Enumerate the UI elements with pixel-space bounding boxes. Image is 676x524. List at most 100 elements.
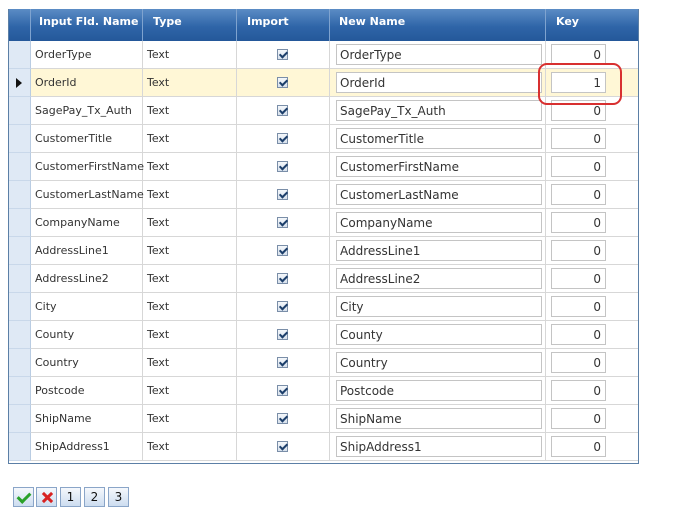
table-row[interactable]: ShipAddress1 Text bbox=[9, 433, 638, 461]
key-input[interactable] bbox=[551, 44, 606, 65]
key-input[interactable] bbox=[551, 436, 606, 457]
row-selector[interactable] bbox=[9, 321, 31, 349]
header-key[interactable]: Key bbox=[546, 9, 638, 41]
import-checkbox[interactable] bbox=[277, 105, 288, 116]
key-input[interactable] bbox=[551, 268, 606, 289]
key-input[interactable] bbox=[551, 352, 606, 373]
page-2-button[interactable]: 2 bbox=[84, 487, 105, 507]
table-row[interactable]: County Text bbox=[9, 321, 638, 349]
cell-type: Text bbox=[143, 209, 237, 237]
page-1-button[interactable]: 1 bbox=[60, 487, 81, 507]
cell-input-name: SagePay_Tx_Auth bbox=[31, 97, 143, 125]
row-selector[interactable] bbox=[9, 209, 31, 237]
header-new-name[interactable]: New Name bbox=[330, 9, 546, 41]
row-selector[interactable] bbox=[9, 433, 31, 461]
table-row[interactable]: ShipName Text bbox=[9, 405, 638, 433]
row-selector[interactable] bbox=[9, 153, 31, 181]
import-checkbox[interactable] bbox=[277, 49, 288, 60]
table-row[interactable]: AddressLine1 Text bbox=[9, 237, 638, 265]
import-checkbox[interactable] bbox=[277, 77, 288, 88]
new-name-input[interactable] bbox=[336, 352, 542, 373]
new-name-input[interactable] bbox=[336, 128, 542, 149]
new-name-input[interactable] bbox=[336, 212, 542, 233]
new-name-input[interactable] bbox=[336, 44, 542, 65]
table-row[interactable]: CustomerLastName Text bbox=[9, 181, 638, 209]
key-input[interactable] bbox=[551, 296, 606, 317]
cell-key bbox=[546, 237, 638, 265]
cell-input-name: Country bbox=[31, 349, 143, 377]
input-name-text: AddressLine1 bbox=[35, 244, 109, 257]
import-checkbox[interactable] bbox=[277, 273, 288, 284]
new-name-input[interactable] bbox=[336, 380, 542, 401]
type-text: Text bbox=[147, 160, 170, 173]
new-name-input[interactable] bbox=[336, 100, 542, 121]
table-row[interactable]: City Text bbox=[9, 293, 638, 321]
table-row[interactable]: Postcode Text bbox=[9, 377, 638, 405]
cell-input-name: OrderType bbox=[31, 41, 143, 69]
new-name-input[interactable] bbox=[336, 436, 542, 457]
import-checkbox[interactable] bbox=[277, 441, 288, 452]
cell-import bbox=[237, 181, 330, 209]
key-input[interactable] bbox=[551, 324, 606, 345]
key-input[interactable] bbox=[551, 128, 606, 149]
row-selector[interactable] bbox=[9, 349, 31, 377]
cell-type: Text bbox=[143, 405, 237, 433]
key-input[interactable] bbox=[551, 380, 606, 401]
key-input[interactable] bbox=[551, 212, 606, 233]
row-selector[interactable] bbox=[9, 377, 31, 405]
import-checkbox[interactable] bbox=[277, 217, 288, 228]
import-checkbox[interactable] bbox=[277, 189, 288, 200]
cell-input-name: ShipName bbox=[31, 405, 143, 433]
header-type[interactable]: Type bbox=[143, 9, 237, 41]
table-row[interactable]: Country Text bbox=[9, 349, 638, 377]
table-row[interactable]: CompanyName Text bbox=[9, 209, 638, 237]
header-import[interactable]: Import bbox=[237, 9, 330, 41]
grid-header: Input Fld. Name Type Import New Name Key bbox=[9, 9, 638, 41]
new-name-input[interactable] bbox=[336, 72, 542, 93]
table-row[interactable]: AddressLine2 Text bbox=[9, 265, 638, 293]
row-selector[interactable] bbox=[9, 125, 31, 153]
cell-new-name bbox=[330, 405, 546, 433]
import-checkbox[interactable] bbox=[277, 133, 288, 144]
page-3-button[interactable]: 3 bbox=[108, 487, 129, 507]
import-checkbox[interactable] bbox=[277, 329, 288, 340]
table-row[interactable]: CustomerFirstName Text bbox=[9, 153, 638, 181]
import-checkbox[interactable] bbox=[277, 245, 288, 256]
key-input[interactable] bbox=[551, 184, 606, 205]
new-name-input[interactable] bbox=[336, 296, 542, 317]
row-selector[interactable] bbox=[9, 41, 31, 69]
confirm-button[interactable] bbox=[13, 487, 34, 507]
cell-key bbox=[546, 349, 638, 377]
row-selector[interactable] bbox=[9, 97, 31, 125]
new-name-input[interactable] bbox=[336, 184, 542, 205]
row-selector[interactable] bbox=[9, 181, 31, 209]
new-name-input[interactable] bbox=[336, 240, 542, 261]
new-name-input[interactable] bbox=[336, 268, 542, 289]
cell-type: Text bbox=[143, 41, 237, 69]
cell-import bbox=[237, 209, 330, 237]
new-name-input[interactable] bbox=[336, 324, 542, 345]
row-selector[interactable] bbox=[9, 237, 31, 265]
new-name-input[interactable] bbox=[336, 408, 542, 429]
key-highlight-annotation bbox=[538, 63, 622, 105]
row-selector[interactable] bbox=[9, 265, 31, 293]
header-input-fld-name[interactable]: Input Fld. Name bbox=[31, 9, 143, 41]
row-selector[interactable] bbox=[9, 405, 31, 433]
import-checkbox[interactable] bbox=[277, 357, 288, 368]
type-text: Text bbox=[147, 300, 170, 313]
cell-new-name bbox=[330, 209, 546, 237]
cell-key bbox=[546, 181, 638, 209]
key-input[interactable] bbox=[551, 240, 606, 261]
key-input[interactable] bbox=[551, 408, 606, 429]
new-name-input[interactable] bbox=[336, 156, 542, 177]
cancel-button[interactable] bbox=[36, 487, 57, 507]
row-selector[interactable] bbox=[9, 293, 31, 321]
table-row[interactable]: CustomerTitle Text bbox=[9, 125, 638, 153]
row-selector[interactable] bbox=[9, 69, 31, 97]
import-checkbox[interactable] bbox=[277, 161, 288, 172]
import-checkbox[interactable] bbox=[277, 301, 288, 312]
input-name-text: ShipAddress1 bbox=[35, 440, 110, 453]
key-input[interactable] bbox=[551, 156, 606, 177]
import-checkbox[interactable] bbox=[277, 413, 288, 424]
import-checkbox[interactable] bbox=[277, 385, 288, 396]
